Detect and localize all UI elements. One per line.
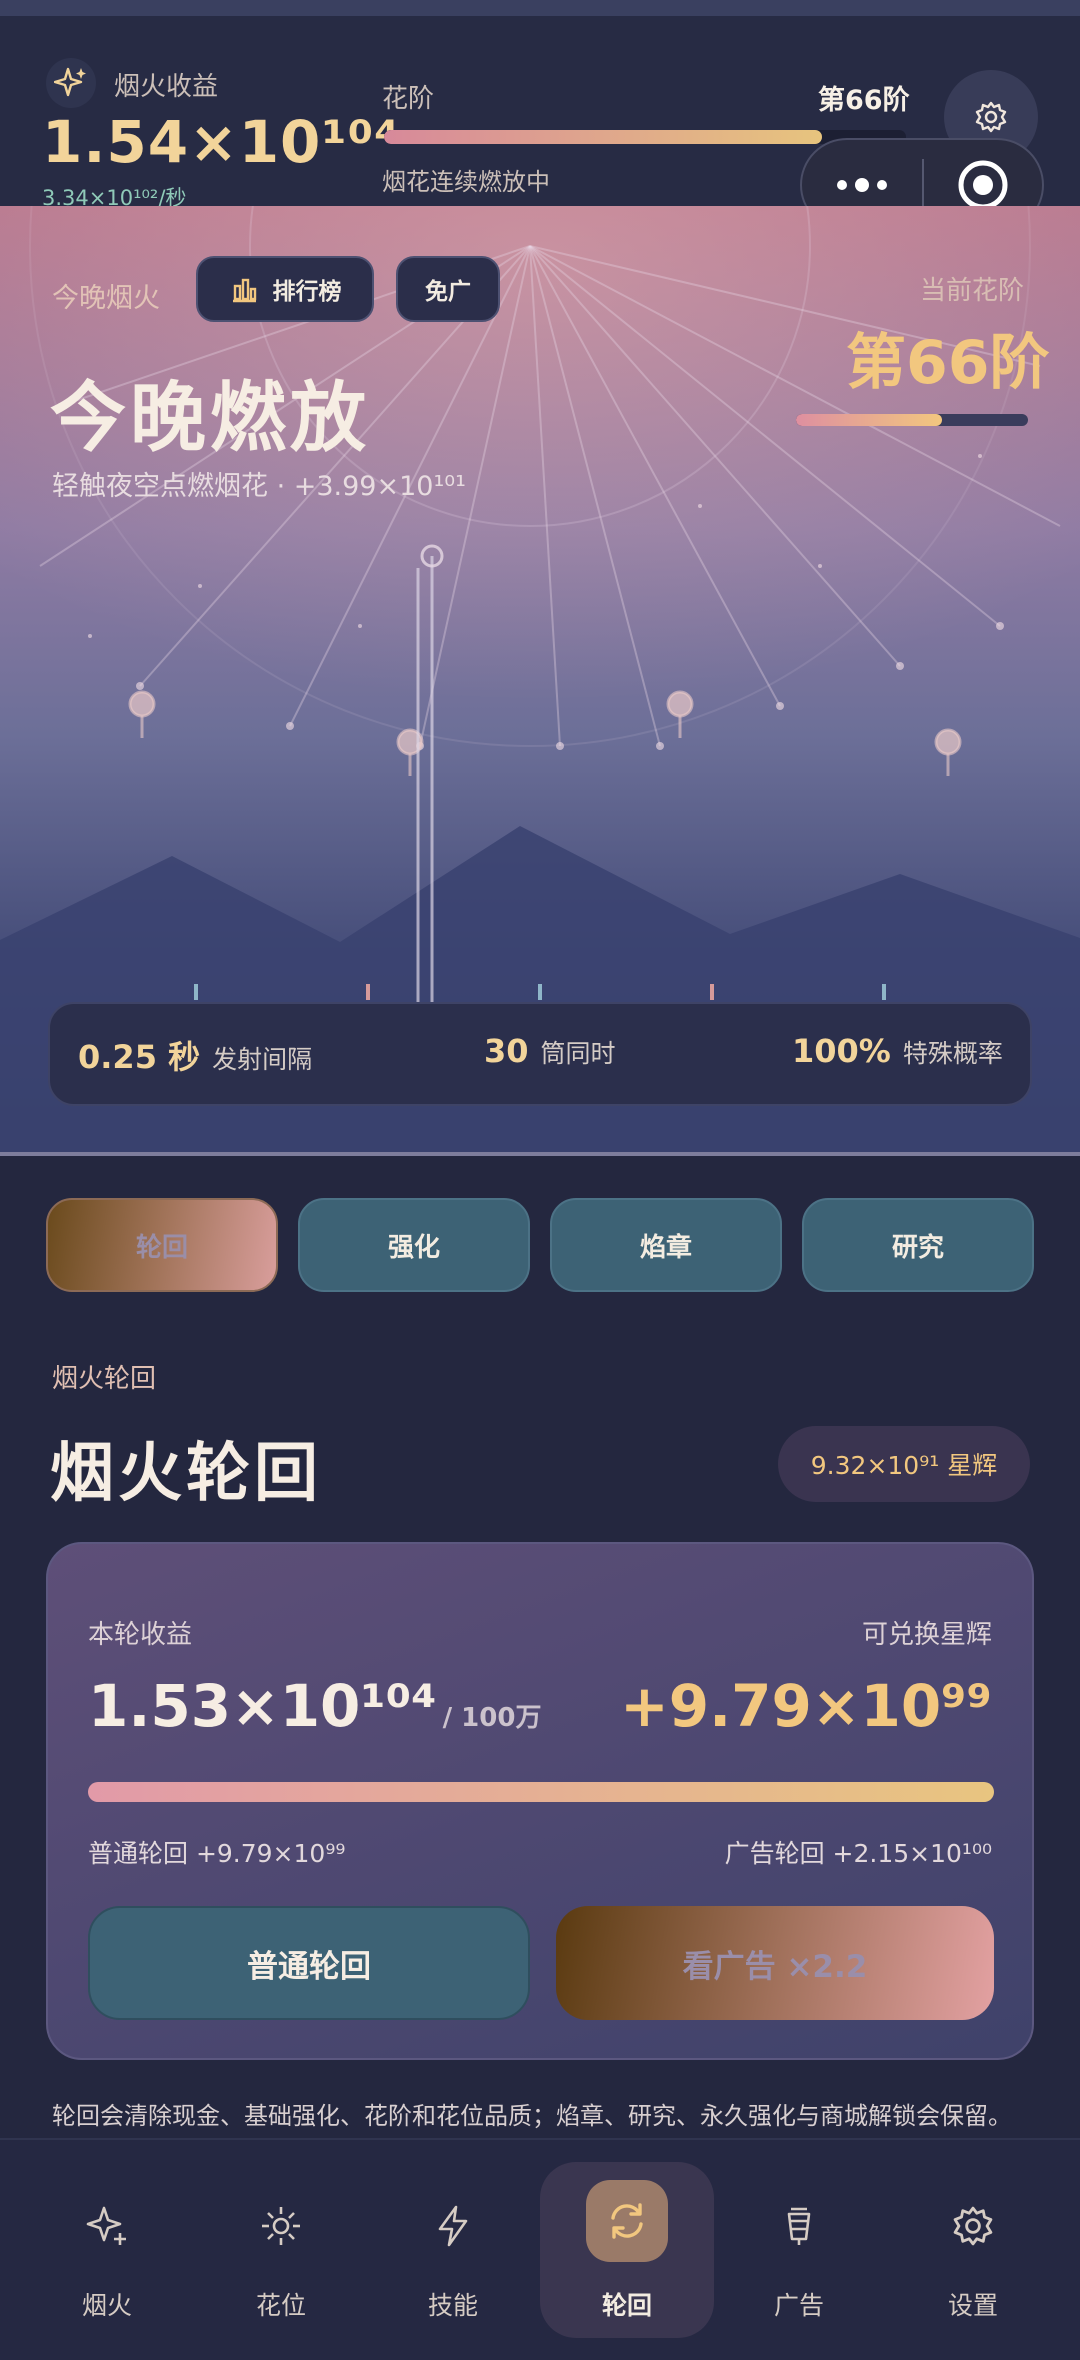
stat-label: 筒同时 (540, 1039, 616, 1068)
target-icon (958, 160, 1008, 210)
current-stage-progress-fill (796, 414, 943, 426)
round-income-target: / 100万 (442, 1703, 542, 1733)
nav-item-reincarnation[interactable]: 轮回 (540, 2162, 714, 2338)
tonight-label: 今晚烟火 (52, 283, 160, 314)
nav-label: 技能 (427, 2291, 478, 2320)
current-stage-value: 第66阶 (846, 328, 1050, 398)
night-sky-scene[interactable]: 今晚烟火 排行榜 免广 当前花阶 第66阶 今晚燃放 轻触夜空点燃烟花 · +3… (0, 206, 1080, 1156)
exchange-stardust-value: +9.79×10⁹⁹ (620, 1672, 992, 1740)
stat-value: 100% (792, 1032, 891, 1070)
tab-upgrade[interactable]: 强化 (298, 1198, 530, 1292)
stage-status: 烟花连续燃放中 (382, 168, 550, 196)
reincarnation-progress-bar (88, 1782, 994, 1802)
tab-reincarnation[interactable]: 轮回 (46, 1198, 278, 1292)
current-stage-label: 当前花阶 (920, 276, 1025, 306)
stat-label: 发射间隔 (212, 1045, 313, 1074)
income-label: 烟火收益 (114, 72, 219, 102)
sparkle-icon (54, 67, 86, 97)
reincarnation-card: 本轮收益 可兑换星辉 1.53×10¹⁰⁴/ 100万 +9.79×10⁹⁹ 普… (46, 1542, 1034, 2060)
normal-reincarnation-reward: 普通轮回 +9.79×10⁹⁹ (88, 1839, 346, 1868)
launch-stats-panel: 0.25 秒发射间隔 30 筒同时 100% 特殊概率 (48, 1002, 1032, 1106)
lightning-icon (421, 2194, 485, 2258)
gear-icon (941, 2194, 1005, 2258)
nav-label: 广告 (773, 2291, 824, 2320)
nav-item-slots[interactable]: 花位 (194, 2140, 368, 2340)
section-title: 烟火轮回 (50, 1437, 322, 1511)
exchange-stardust-label: 可兑换星辉 (861, 1620, 992, 1650)
stage-progress-fill (384, 130, 823, 144)
stat-launch-interval: 0.25 秒发射间隔 (78, 1032, 312, 1078)
reincarnation-footnote: 轮回会清除现金、基础强化、花阶和花位品质；焰章、研究、永久强化与商城解锁会保留。 (52, 2102, 1012, 2130)
stat-label: 特殊概率 (902, 1039, 1003, 1068)
scene-subtitle: 轻触夜空点燃烟花 · +3.99×10¹⁰¹ (52, 471, 466, 502)
remove-ads-button[interactable]: 免广 (396, 256, 500, 322)
round-income-value: 1.53×10¹⁰⁴/ 100万 (88, 1672, 541, 1740)
nav-item-ads[interactable]: 广告 (712, 2140, 886, 2340)
stage-label: 花阶 (382, 84, 435, 114)
leaderboard-button[interactable]: 排行榜 (196, 256, 374, 322)
sparkle-badge (46, 58, 96, 108)
ad-reincarnation-reward: 广告轮回 +2.15×10¹⁰⁰ (724, 1839, 992, 1868)
stat-special-chance: 100% 特殊概率 (792, 1032, 1003, 1070)
nav-label: 轮回 (601, 2291, 652, 2320)
stardust-balance-badge: 9.32×10⁹¹ 星辉 (778, 1426, 1030, 1502)
stat-value: 0.25 秒 (78, 1038, 201, 1076)
status-strip (0, 0, 1080, 16)
tab-research[interactable]: 研究 (802, 1198, 1034, 1292)
stat-simultaneous-tubes: 30 筒同时 (484, 1032, 616, 1070)
section-tag: 烟火轮回 (52, 1364, 157, 1394)
nav-label: 烟火 (81, 2291, 132, 2320)
bar-chart-icon (232, 278, 256, 303)
remove-ads-label: 免广 (425, 279, 471, 305)
stage-value: 第66阶 (818, 85, 910, 116)
gear-icon (975, 101, 1007, 133)
normal-reincarnation-button[interactable]: 普通轮回 (88, 1906, 530, 2020)
nav-item-fireworks[interactable]: 烟火 (20, 2140, 194, 2340)
watch-ad-reincarnation-button[interactable]: 看广告 ×2.2 (556, 1906, 994, 2020)
stat-value: 30 (484, 1032, 529, 1070)
bottom-nav: 烟火 花位 技能 轮回 广告 设置 (0, 2138, 1080, 2360)
nav-label: 花位 (255, 2291, 306, 2320)
nav-item-settings[interactable]: 设置 (886, 2140, 1060, 2340)
scene-title: 今晚燃放 (50, 373, 370, 462)
round-income-number: 1.53×10¹⁰⁴ (88, 1672, 437, 1740)
more-menu-button[interactable] (802, 178, 922, 192)
nav-label: 设置 (947, 2291, 998, 2320)
close-miniprogram-button[interactable] (924, 159, 1042, 211)
sun-icon (249, 2194, 313, 2258)
tab-badges[interactable]: 焰章 (550, 1198, 782, 1292)
sparkle-icon (75, 2194, 139, 2258)
cycle-icon (586, 2180, 668, 2262)
leaderboard-label: 排行榜 (272, 279, 342, 305)
lantern-icon (767, 2194, 831, 2258)
income-value: 1.54×10¹⁰⁴ (42, 108, 401, 176)
nav-item-skills[interactable]: 技能 (366, 2140, 540, 2340)
round-income-label: 本轮收益 (88, 1620, 193, 1650)
current-stage-progress-bar (796, 414, 1028, 426)
